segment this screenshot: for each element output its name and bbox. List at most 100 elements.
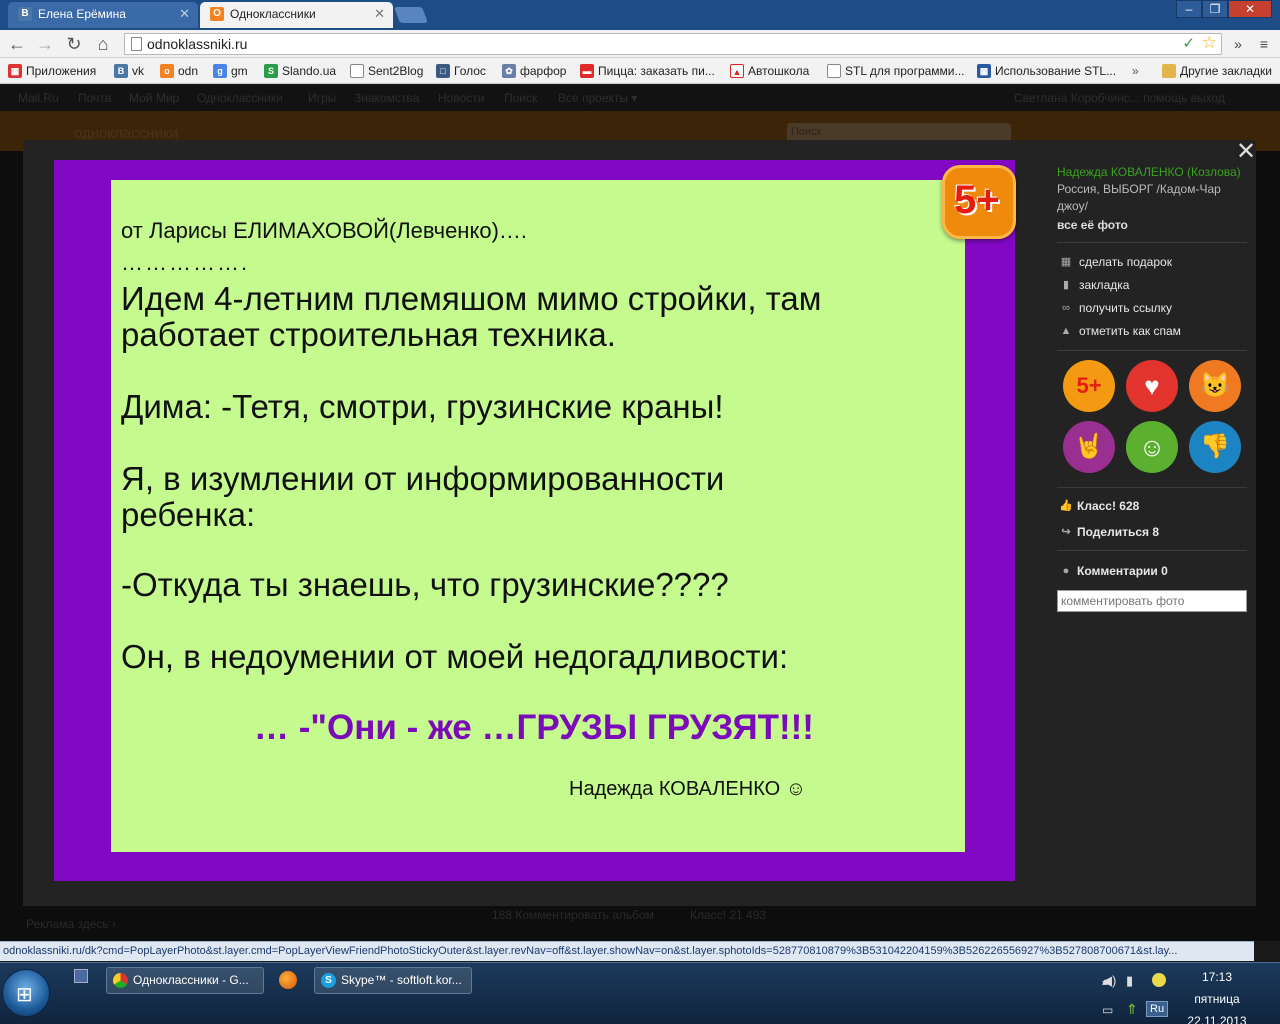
maximize-button[interactable]: ❐ [1202,0,1228,18]
author-location: Россия, ВЫБОРГ /Кадом-Чар [1057,182,1221,196]
language-indicator[interactable]: Ru [1146,1001,1169,1017]
nav-link[interactable]: Mail.Ru [18,91,59,105]
bookmark-sent2blog[interactable]: Sent2Blog [350,62,423,80]
nav-link[interactable]: Почта [78,91,111,105]
slando-icon: S [264,64,278,78]
bookmark-other[interactable]: Другие закладки [1162,62,1272,80]
bookmark-link[interactable]: ▮ закладка [1057,277,1129,293]
photo-text-line: ребенка: [121,496,256,533]
photo-frame: от Ларисы ЕЛИМАХОВОЙ(Левченко)…. ……………. … [54,160,1016,881]
bookmark-vk[interactable]: Bvk [114,62,144,80]
hug-icon[interactable]: ☺ [1126,421,1178,473]
clock[interactable]: 17:13 пятница 22.11.2013 [1182,966,1252,1024]
album-class-count[interactable]: Класс! 21 493 [690,908,766,922]
star-icon[interactable]: ☆ [1202,33,1217,53]
share-button[interactable]: ↪ Поделиться 8 [1057,524,1159,540]
menu-icon[interactable]: ≡ [1254,33,1274,55]
nav-link[interactable]: Игры [308,91,336,105]
comments-header[interactable]: ● Комментарии 0 [1057,563,1168,579]
bookmark-golos[interactable]: □ Голос [436,62,486,80]
bookmark-gm[interactable]: g gm [213,62,248,80]
tab-elena[interactable]: В Елена Ерёмина ✕ [8,2,198,28]
screen-icon[interactable]: ▭ [1102,1003,1113,1017]
bookmarks-bar: ▦ Приложения Bvk о odn g gm S Slando.ua Sent… [0,58,1280,84]
five-plus-badge-icon: 5+ [942,165,1016,239]
nav-link[interactable]: Все проекты ▾ [558,91,637,105]
taskbar-skype[interactable]: S Skype™ - softloft.kor... [314,967,472,994]
taskbar-chrome[interactable]: Одноклассники - G... [106,967,264,994]
bookmark-stl-usage[interactable]: ▦ Использование STL... [977,62,1116,80]
rock-hand-icon[interactable]: 🤘 [1063,421,1115,473]
nav-link[interactable]: Знакомства [354,91,419,105]
heart-icon[interactable]: ♥ [1126,360,1178,412]
author-info: Надежда КОВАЛЕНКО (Козлова) Россия, ВЫБО… [1057,164,1247,234]
bookmark-odn[interactable]: о odn [160,62,198,80]
bookmark-label: vk [132,64,144,78]
farfor-icon: ✿ [502,64,516,78]
page-icon [131,37,142,51]
back-arrow-icon[interactable]: ← [6,33,28,55]
rate-five-plus-icon[interactable]: 5+ [1063,360,1115,412]
tray-app-icon[interactable] [1152,973,1166,987]
cat-icon[interactable]: 😺 [1189,360,1241,412]
start-button[interactable]: ⊞ [2,969,50,1017]
close-icon[interactable]: ✕ [1236,140,1256,164]
close-icon[interactable]: ✕ [374,2,385,26]
photo-text-line: работает строительная техника. [121,316,616,353]
show-desktop-icon[interactable] [74,969,88,983]
bookmark-slando[interactable]: S Slando.ua [264,62,336,80]
author-location-cont: джоу/ [1057,199,1088,213]
safe-remove-icon[interactable]: ⇑ [1126,1001,1138,1018]
all-photos-link[interactable]: все её фото [1057,217,1247,234]
divider [1057,487,1247,488]
volume-icon[interactable]: ◀) [1102,973,1116,989]
url-text: odnoklassniki.ru [147,36,248,52]
close-icon[interactable]: ✕ [179,2,190,26]
nav-link[interactable]: Мой Мир [129,91,179,105]
nav-link[interactable]: Одноклассники [197,91,283,105]
author-name[interactable]: Надежда КОВАЛЕНКО (Козлова) [1057,164,1247,181]
nav-link[interactable]: Поиск [504,91,537,105]
firefox-icon[interactable] [279,971,297,989]
windows-taskbar: ⊞ Одноклассники - G... S Skype™ - softlo… [0,962,1280,1024]
warning-sign-icon: ▲ [730,64,744,78]
bookmark-label: Автошкола [748,64,810,78]
comment-input[interactable] [1057,590,1247,612]
address-bar[interactable]: odnoklassniki.ru ✓ ☆ [124,33,1222,55]
home-icon[interactable]: ⌂ [92,33,114,55]
get-link-link[interactable]: ∞ получить ссылку [1057,300,1172,316]
bookmark-farfor[interactable]: ✿ фарфор [502,62,566,80]
bookmark-label: odn [178,64,199,78]
extensions-chevron-icon[interactable]: » [1228,33,1248,55]
album-comment-link[interactable]: 188 Комментировать альбом [492,908,654,922]
windows-icon: ▦ [977,64,991,78]
photo-text-line: Он, в недоумении от моей недогадливости: [121,638,789,675]
user-links[interactable]: Светлана Коробчинс... помощь выход [1014,91,1225,105]
warning-icon: ▲ [1060,325,1072,337]
report-spam-link[interactable]: ▲ отметить как спам [1057,323,1181,339]
bookmark-label: Другие закладки [1180,64,1272,78]
bookmark-apps[interactable]: ▦ Приложения [8,62,96,80]
apps-grid-icon: ▦ [8,64,22,78]
bookmark-label: Slando.ua [282,64,337,78]
nav-link[interactable]: Новости [438,91,484,105]
bookmark-avtoshkola[interactable]: ▲ Автошкола [730,62,809,80]
skype-icon: S [321,973,336,988]
reload-icon[interactable]: ↻ [63,33,85,55]
new-tab-button[interactable] [394,7,428,23]
class-count[interactable]: 👍 Класс! 628 [1057,498,1139,514]
network-icon[interactable]: ▮ [1126,973,1133,989]
make-gift-link[interactable]: ▦ сделать подарок [1057,254,1172,270]
bookmarks-overflow-chevron-icon[interactable]: » [1132,62,1139,80]
divider [1057,350,1247,351]
ad-link[interactable]: Реклама здесь › [26,917,116,931]
checkmark-icon[interactable]: ✓ [1182,34,1195,52]
bookmark-stl-programmers[interactable]: STL для программи... [827,62,965,80]
tab-odnoklassniki[interactable]: О Одноклассники ✕ [200,2,393,28]
pizza-icon: ▬ [580,64,594,78]
forward-arrow-icon[interactable]: → [34,33,56,55]
minimize-button[interactable]: – [1176,0,1202,18]
window-close-button[interactable]: ✕ [1228,0,1272,18]
thumb-down-icon[interactable]: 👎 [1189,421,1241,473]
bookmark-pizza[interactable]: ▬ Пицца: заказать пи... [580,62,715,80]
